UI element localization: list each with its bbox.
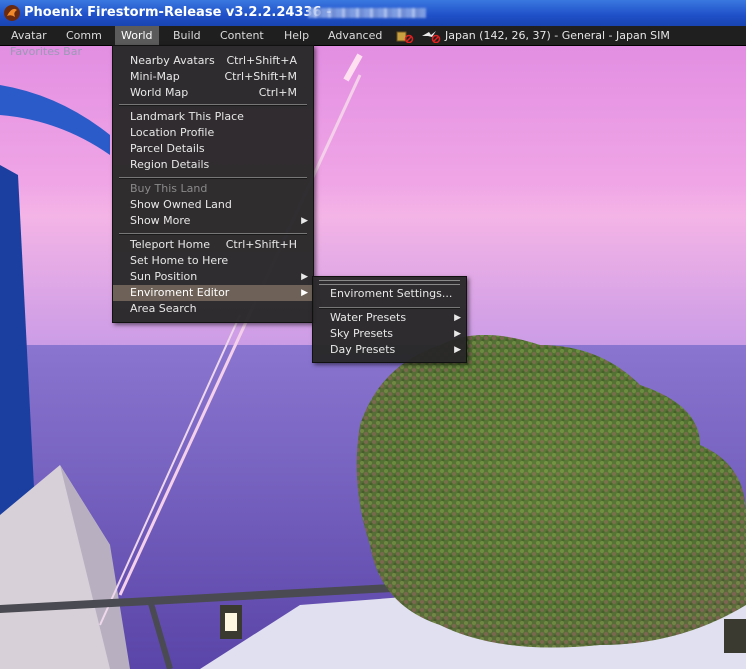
menu-item-label: Water Presets: [330, 311, 407, 324]
menu-item-label: Mini-Map: [130, 70, 180, 83]
menu-item-label: Region Details: [130, 158, 210, 171]
menu-item-show-more[interactable]: Show More ▶: [113, 213, 313, 229]
submenu-arrow-icon: ▶: [301, 272, 308, 282]
menu-item-parcel-details[interactable]: Parcel Details: [113, 141, 313, 157]
window-title: Phoenix Firestorm-Release v3.2.2.24336 -: [24, 5, 332, 20]
menu-item-enviroment-editor[interactable]: Enviroment Editor ▶: [113, 285, 313, 301]
menu-item-day-presets[interactable]: Day Presets ▶: [313, 342, 466, 358]
menu-item-water-presets[interactable]: Water Presets ▶: [313, 310, 466, 326]
submenu-arrow-icon: ▶: [454, 345, 461, 355]
menu-item-mini-map[interactable]: Mini-Map Ctrl+Shift+M: [113, 69, 313, 85]
enviroment-editor-submenu: Enviroment Settings... Water Presets ▶ S…: [312, 276, 467, 363]
menu-item-label: Day Presets: [330, 343, 396, 356]
menu-advanced[interactable]: Advanced: [322, 26, 388, 45]
menu-content[interactable]: Content: [214, 26, 270, 45]
submenu-arrow-icon: ▶: [301, 288, 308, 298]
menu-item-label: Location Profile: [130, 126, 215, 139]
shortcut-label: Ctrl+M: [258, 86, 297, 99]
menu-item-label: World Map: [130, 86, 189, 99]
menu-comm[interactable]: Comm: [60, 26, 108, 45]
shortcut-label: Ctrl+Shift+H: [225, 238, 297, 251]
menu-item-label: Teleport Home: [130, 238, 210, 251]
shortcut-label: Ctrl+Shift+A: [226, 54, 297, 67]
menu-item-label: Enviroment Settings...: [330, 287, 453, 300]
menu-item-region-details[interactable]: Region Details: [113, 157, 313, 173]
menu-item-label: Nearby Avatars: [130, 54, 215, 67]
menu-item-show-owned-land[interactable]: Show Owned Land: [113, 197, 313, 213]
menu-separator: [119, 177, 307, 179]
menu-item-label: Show More: [130, 214, 191, 227]
tear-off-handle[interactable]: [319, 280, 460, 285]
location-info[interactable]: Japan (142, 26, 37) - General - Japan SI…: [396, 26, 670, 45]
menu-item-label: Area Search: [130, 302, 197, 315]
menu-item-sky-presets[interactable]: Sky Presets ▶: [313, 326, 466, 342]
favorites-bar: Favorites Bar: [10, 45, 82, 58]
menu-item-area-search[interactable]: Area Search: [113, 301, 313, 317]
menu-item-world-map[interactable]: World Map Ctrl+M: [113, 85, 313, 101]
window-title-bar[interactable]: Phoenix Firestorm-Release v3.2.2.24336 -: [0, 0, 746, 26]
menu-build[interactable]: Build: [167, 26, 207, 45]
phoenix-logo-icon: [4, 5, 20, 21]
menu-item-label: Set Home to Here: [130, 254, 229, 267]
menu-item-buy-this-land: Buy This Land: [113, 181, 313, 197]
menu-separator: [119, 233, 307, 235]
menu-item-set-home-to-here[interactable]: Set Home to Here: [113, 253, 313, 269]
submenu-arrow-icon: ▶: [454, 313, 461, 323]
menu-item-label: Parcel Details: [130, 142, 205, 155]
menu-item-enviroment-settings[interactable]: Enviroment Settings...: [313, 286, 466, 302]
menu-item-nearby-avatars[interactable]: Nearby Avatars Ctrl+Shift+A: [113, 53, 313, 69]
menu-item-label: Sky Presets: [330, 327, 393, 340]
menu-bar: Avatar Comm World Build Content Help Adv…: [0, 26, 746, 46]
menu-item-label: Enviroment Editor: [130, 286, 230, 299]
menu-item-location-profile[interactable]: Location Profile: [113, 125, 313, 141]
menu-item-label: Show Owned Land: [130, 198, 232, 211]
submenu-arrow-icon: ▶: [301, 216, 308, 226]
build-allowed-icon: [396, 31, 414, 43]
blurred-username: [308, 8, 426, 18]
menu-separator: [119, 104, 307, 106]
menu-item-sun-position[interactable]: Sun Position ▶: [113, 269, 313, 285]
menu-item-landmark-this-place[interactable]: Landmark This Place: [113, 109, 313, 125]
world-menu: Nearby Avatars Ctrl+Shift+A Mini-Map Ctr…: [112, 45, 314, 323]
menu-item-teleport-home[interactable]: Teleport Home Ctrl+Shift+H: [113, 237, 313, 253]
shortcut-label: Ctrl+Shift+M: [224, 70, 298, 83]
menu-separator: [319, 307, 460, 309]
menu-help[interactable]: Help: [278, 26, 315, 45]
menu-item-label: Landmark This Place: [130, 110, 244, 123]
menu-item-label: Sun Position: [130, 270, 198, 283]
fly-allowed-icon: [421, 31, 440, 43]
menu-avatar[interactable]: Avatar: [5, 26, 53, 45]
location-text: Japan (142, 26, 37) - General - Japan SI…: [445, 29, 670, 42]
menu-world[interactable]: World: [115, 26, 159, 45]
submenu-arrow-icon: ▶: [454, 329, 461, 339]
menu-item-label: Buy This Land: [130, 182, 208, 195]
